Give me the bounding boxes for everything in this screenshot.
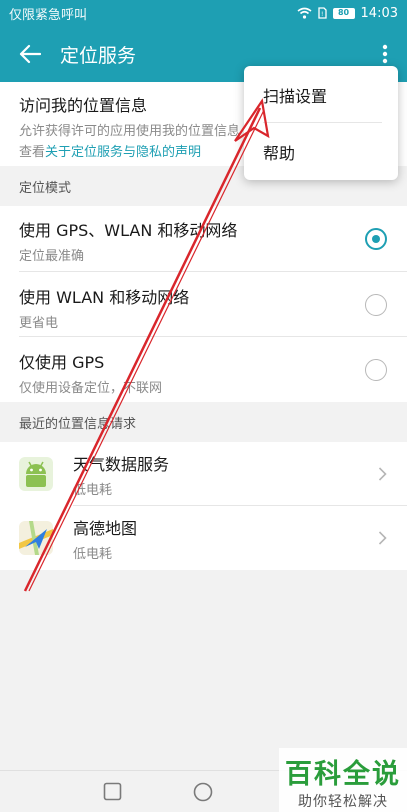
app-power-usage: 低电耗 bbox=[73, 482, 113, 498]
watermark-subtitle: 助你轻松解决 bbox=[298, 794, 388, 810]
recent-app-amap[interactable]: 高德地图 低电耗 bbox=[0, 506, 407, 570]
wifi-icon bbox=[297, 7, 312, 19]
page-title: 定位服务 bbox=[60, 44, 137, 67]
carrier-text: 仅限紧急呼叫 bbox=[9, 7, 88, 23]
overflow-menu: 扫描设置 帮助 bbox=[244, 66, 398, 180]
android-icon bbox=[19, 457, 53, 491]
amap-icon bbox=[19, 521, 53, 555]
more-vertical-icon bbox=[382, 44, 388, 64]
recent-requests-header: 最近的位置信息请求 bbox=[0, 402, 407, 442]
app-name: 高德地图 bbox=[73, 518, 138, 538]
radio-unselected[interactable] bbox=[365, 293, 387, 316]
battery-icon: 80 bbox=[332, 7, 355, 19]
watermark-title: 百科全说 bbox=[285, 759, 401, 790]
status-bar: 仅限紧急呼叫 ! 80 14:03 bbox=[0, 0, 407, 26]
svg-text:!: ! bbox=[321, 11, 323, 18]
privacy-link-prefix: 查看 bbox=[19, 145, 46, 160]
recents-square-icon[interactable] bbox=[103, 782, 122, 801]
menu-item-scan-settings[interactable]: 扫描设置 bbox=[244, 66, 398, 123]
mode-option-gps-wlan-mobile[interactable]: 使用 GPS、WLAN 和移动网络 定位最准确 bbox=[0, 206, 407, 272]
mode-option-desc: 定位最准确 bbox=[19, 249, 85, 264]
clock: 14:03 bbox=[360, 5, 398, 21]
chevron-right-icon bbox=[378, 531, 387, 545]
app-power-usage: 低电耗 bbox=[73, 546, 113, 562]
recent-app-weather[interactable]: 天气数据服务 低电耗 bbox=[0, 442, 407, 506]
watermark-logo: 百科全说 助你轻松解决 bbox=[279, 748, 407, 812]
privacy-statement-link[interactable]: 关于定位服务与隐私的声明 bbox=[45, 145, 201, 160]
home-circle-icon[interactable] bbox=[193, 782, 213, 802]
radio-selected[interactable] bbox=[365, 228, 387, 250]
mode-option-desc: 仅使用设备定位，不联网 bbox=[19, 381, 163, 396]
mode-option-title: 使用 GPS、WLAN 和移动网络 bbox=[19, 221, 238, 240]
radio-unselected[interactable] bbox=[365, 358, 387, 381]
mode-option-title: 使用 WLAN 和移动网络 bbox=[19, 288, 190, 307]
sim-icon: ! bbox=[317, 7, 327, 19]
back-button[interactable] bbox=[0, 26, 60, 82]
app-name: 天气数据服务 bbox=[73, 454, 170, 474]
mode-option-gps-only[interactable]: 仅使用 GPS 仅使用设备定位，不联网 bbox=[0, 337, 407, 402]
mode-option-desc: 更省电 bbox=[19, 316, 59, 331]
menu-item-help[interactable]: 帮助 bbox=[244, 123, 398, 180]
mode-option-title: 仅使用 GPS bbox=[19, 353, 105, 372]
mode-option-wlan-mobile[interactable]: 使用 WLAN 和移动网络 更省电 bbox=[0, 272, 407, 337]
chevron-right-icon bbox=[378, 467, 387, 481]
back-arrow-icon bbox=[19, 44, 41, 64]
